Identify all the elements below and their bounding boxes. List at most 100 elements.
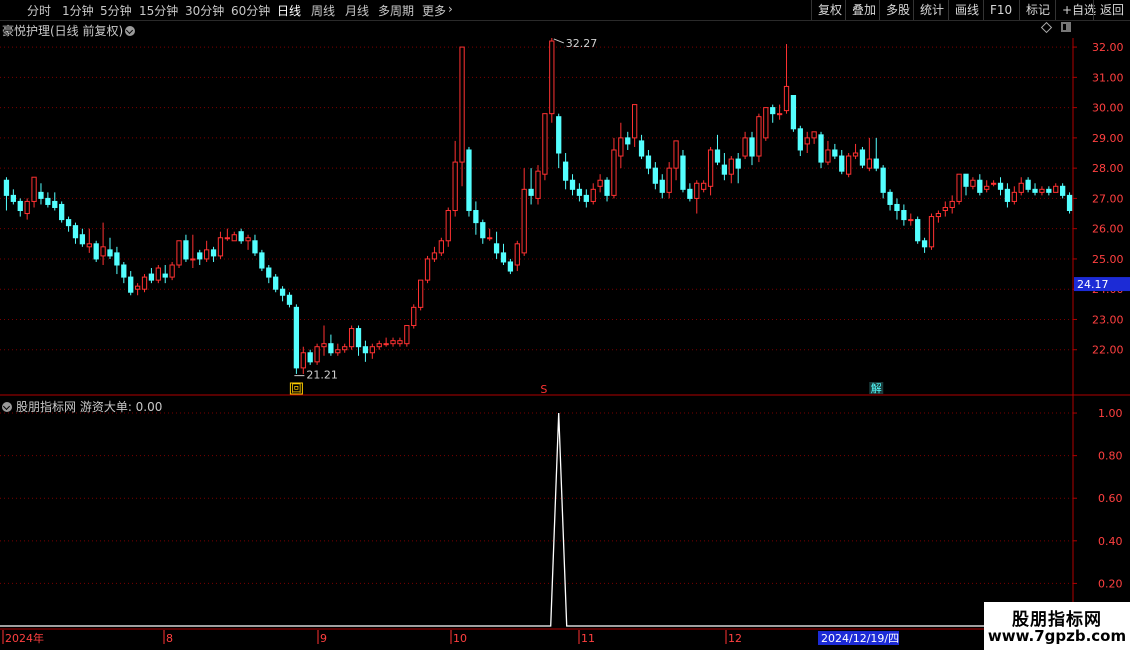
candle[interactable]	[590, 188, 596, 202]
candle[interactable]	[445, 210, 451, 242]
candle[interactable]	[424, 258, 431, 281]
candle[interactable]	[1004, 188, 1011, 202]
candle[interactable]	[949, 200, 955, 208]
candle[interactable]	[735, 158, 741, 169]
candle[interactable]	[342, 346, 348, 351]
candle[interactable]	[355, 328, 362, 348]
candle[interactable]	[93, 243, 99, 260]
candle[interactable]	[790, 95, 797, 130]
candle[interactable]	[210, 249, 217, 257]
candle[interactable]	[17, 200, 23, 212]
candle[interactable]	[197, 252, 203, 260]
candle[interactable]	[990, 182, 997, 185]
candle[interactable]	[528, 188, 534, 196]
candle[interactable]	[24, 200, 30, 215]
candle[interactable]	[1060, 185, 1066, 196]
candle[interactable]	[728, 158, 734, 175]
candle[interactable]	[963, 173, 969, 187]
candle[interactable]	[859, 149, 866, 166]
candle[interactable]	[431, 252, 438, 260]
candle[interactable]	[141, 276, 148, 290]
candle[interactable]	[487, 237, 493, 240]
candle[interactable]	[245, 237, 251, 242]
candle[interactable]	[45, 197, 51, 205]
candle[interactable]	[776, 113, 783, 116]
candle[interactable]	[583, 194, 589, 202]
candle[interactable]	[52, 200, 58, 208]
candle[interactable]	[348, 328, 355, 348]
candle[interactable]	[721, 164, 728, 175]
candle[interactable]	[1053, 185, 1059, 193]
candle[interactable]	[783, 85, 790, 112]
candle[interactable]	[604, 179, 610, 196]
candle[interactable]	[252, 240, 258, 254]
candle[interactable]	[928, 216, 935, 248]
candle[interactable]	[293, 306, 300, 369]
candle[interactable]	[811, 131, 817, 139]
candle[interactable]	[362, 346, 369, 354]
candle[interactable]	[238, 231, 244, 242]
candle[interactable]	[217, 237, 224, 257]
candle[interactable]	[666, 167, 672, 193]
candle[interactable]	[921, 240, 928, 248]
candle[interactable]	[645, 155, 652, 169]
candle[interactable]	[79, 234, 86, 245]
candle[interactable]	[742, 137, 748, 157]
candle[interactable]	[1011, 191, 1017, 202]
candle[interactable]	[846, 155, 852, 175]
candle[interactable]	[825, 149, 831, 163]
candle[interactable]	[894, 203, 900, 212]
candle[interactable]	[611, 149, 617, 196]
candle[interactable]	[397, 340, 403, 345]
candle[interactable]	[562, 161, 569, 181]
candle[interactable]	[100, 246, 106, 257]
candle[interactable]	[535, 170, 541, 199]
candle[interactable]	[970, 179, 976, 187]
candle[interactable]	[459, 46, 465, 163]
candle[interactable]	[694, 182, 700, 199]
candle[interactable]	[852, 152, 859, 157]
candle[interactable]	[638, 140, 645, 157]
candle[interactable]	[507, 261, 514, 272]
candle[interactable]	[659, 179, 665, 193]
candle[interactable]	[107, 249, 113, 257]
candle[interactable]	[1032, 188, 1038, 193]
candle[interactable]	[652, 167, 658, 184]
candle[interactable]	[259, 252, 265, 269]
candle[interactable]	[915, 219, 921, 242]
candle[interactable]	[632, 104, 638, 139]
candle[interactable]	[404, 325, 410, 345]
candle[interactable]	[162, 273, 168, 278]
candle[interactable]	[86, 243, 92, 248]
candle[interactable]	[114, 252, 120, 266]
candle[interactable]	[65, 219, 72, 227]
candle[interactable]	[321, 343, 327, 348]
candle[interactable]	[493, 243, 500, 254]
candle[interactable]	[390, 340, 396, 345]
candle[interactable]	[576, 188, 583, 196]
candle[interactable]	[680, 155, 686, 190]
candle[interactable]	[749, 137, 755, 157]
candle[interactable]	[908, 219, 914, 222]
candle[interactable]	[314, 346, 320, 363]
candle[interactable]	[438, 240, 444, 254]
candle[interactable]	[1039, 188, 1045, 193]
candle[interactable]	[273, 276, 279, 290]
candle[interactable]	[3, 179, 10, 196]
candle[interactable]	[300, 352, 306, 369]
candle[interactable]	[10, 194, 16, 202]
candle[interactable]	[866, 158, 872, 169]
candle[interactable]	[473, 210, 479, 224]
candle[interactable]	[466, 149, 472, 212]
candle[interactable]	[763, 107, 769, 139]
candle[interactable]	[880, 167, 886, 193]
candle[interactable]	[542, 113, 548, 175]
candle[interactable]	[942, 206, 948, 212]
candle[interactable]	[707, 149, 714, 187]
candle[interactable]	[618, 137, 624, 157]
candle[interactable]	[625, 137, 631, 145]
candle[interactable]	[148, 273, 155, 281]
candle[interactable]	[500, 252, 507, 263]
candle[interactable]	[984, 185, 990, 190]
candle[interactable]	[797, 128, 803, 151]
